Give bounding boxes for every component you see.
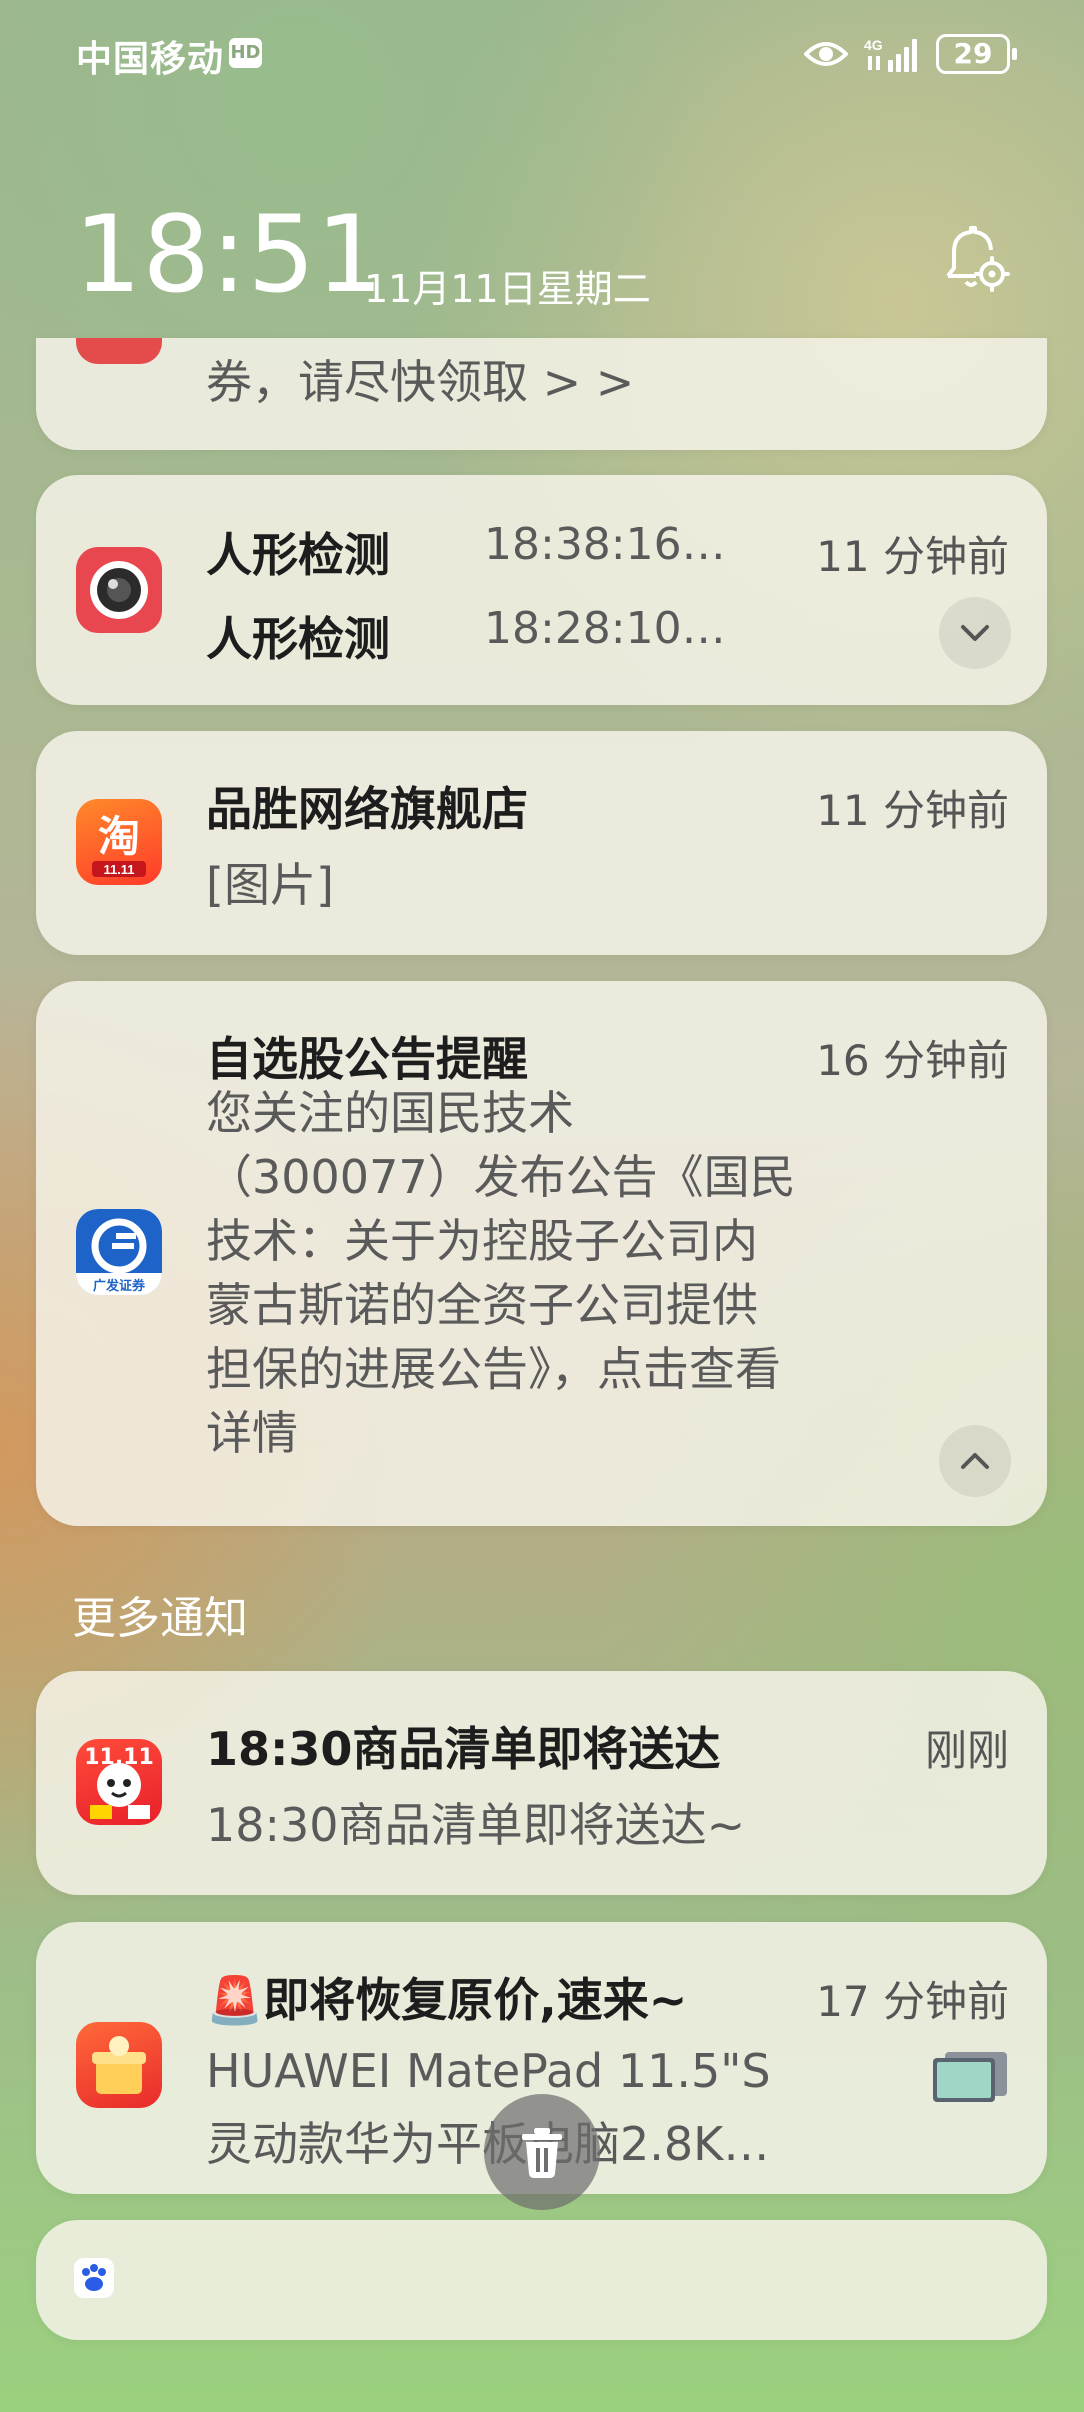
body-line: （300077）发布公告《国民: [206, 1150, 796, 1204]
notification-title: 人形检测: [206, 528, 390, 582]
notification-time: 刚刚: [924, 1726, 1009, 1775]
notification-time: 16 分钟前: [816, 1036, 1009, 1085]
notification-title: 🚨即将恢复原价,速来~: [206, 1973, 688, 2027]
product-thumbnail: [931, 2050, 1009, 2104]
camera-icon: [76, 547, 162, 633]
notification-card-coupon[interactable]: 券，请尽快领取 > >: [36, 338, 1047, 450]
more-notifications-label: 更多通知: [72, 1593, 248, 1644]
svg-text:11.11: 11.11: [103, 862, 134, 877]
notification-card-baidu[interactable]: [36, 2220, 1047, 2340]
notification-body: 18:30商品清单即将送达~: [206, 1798, 746, 1852]
gf-securities-label: 广发证券: [92, 1279, 145, 1294]
notification-body: HUAWEI MatePad 11.5"S: [206, 2044, 771, 2098]
notification-body: 券，请尽快领取 > >: [206, 355, 635, 409]
trash-icon: [522, 2128, 562, 2178]
hd-badge: HD: [229, 38, 262, 68]
svg-text:淘: 淘: [98, 812, 140, 861]
taobao-icon: 淘 11.11: [76, 799, 162, 885]
expand-button[interactable]: [939, 597, 1011, 669]
notification-time: 11 分钟前: [816, 786, 1009, 835]
gf-securities-icon: 广发证券: [76, 1209, 162, 1295]
jd-1111-icon: 11.11: [76, 1739, 162, 1825]
notification-title: 自选股公告提醒: [206, 1032, 528, 1086]
notification-card-stock-alert[interactable]: 广发证券 自选股公告提醒 16 分钟前 您关注的国民技术 （300077）发布公…: [36, 981, 1047, 1526]
notification-title: 人形检测: [206, 612, 390, 666]
body-line: 担保的进展公告》，点击查看: [206, 1342, 781, 1396]
jd-1111-label: 11.11: [84, 1745, 154, 1770]
lockscreen-date: 11月11日星期二: [364, 267, 651, 311]
battery-icon: 29: [936, 34, 1017, 74]
eye-icon: [804, 42, 848, 66]
red-gift-icon: [76, 2022, 162, 2108]
status-bar: 中国移动 HD 4G 29: [0, 0, 1084, 110]
lockscreen-time: 18:51: [74, 193, 385, 316]
collapse-button[interactable]: [939, 1425, 1011, 1497]
body-line: 蒙古斯诺的全资子公司提供: [206, 1278, 758, 1332]
notification-title: 18:30商品清单即将送达: [206, 1722, 721, 1776]
baidu-icon: [74, 2258, 114, 2298]
notification-subtitle: 18:38:16…: [484, 519, 726, 570]
notification-card-shopping-list[interactable]: 11.11 18:30商品清单即将送达 刚刚 18:30商品清单即将送达~: [36, 1671, 1047, 1895]
coupon-app-icon: [76, 338, 162, 364]
notification-card-human-detection[interactable]: 人形检测 18:38:16… 11 分钟前 人形检测 18:28:10…: [36, 475, 1047, 705]
network-type-label: 4G: [864, 37, 883, 53]
notification-subtitle: 18:28:10…: [484, 603, 726, 654]
notification-settings-icon[interactable]: [940, 224, 1010, 294]
chevron-up-icon: [961, 1453, 989, 1469]
carrier-label: 中国移动: [76, 39, 225, 80]
notification-card-taobao[interactable]: 淘 11.11 品胜网络旗舰店 11 分钟前 [图片]: [36, 731, 1047, 955]
body-line: 详情: [206, 1406, 298, 1460]
notification-time: 11 分钟前: [816, 532, 1009, 581]
notification-time: 17 分钟前: [816, 1977, 1009, 2026]
notification-body: 您关注的国民技术 （300077）发布公告《国民 技术：关于为控股子公司内 蒙古…: [206, 1081, 796, 1465]
clear-all-button[interactable]: [484, 2094, 600, 2210]
signal-icon: 4G: [864, 37, 917, 72]
notification-title: 品胜网络旗舰店: [206, 782, 528, 836]
body-line: 技术：关于为控股子公司内: [206, 1214, 758, 1268]
body-line: 您关注的国民技术: [206, 1086, 574, 1140]
notification-body: [图片]: [206, 858, 334, 912]
chevron-down-icon: [961, 625, 989, 641]
